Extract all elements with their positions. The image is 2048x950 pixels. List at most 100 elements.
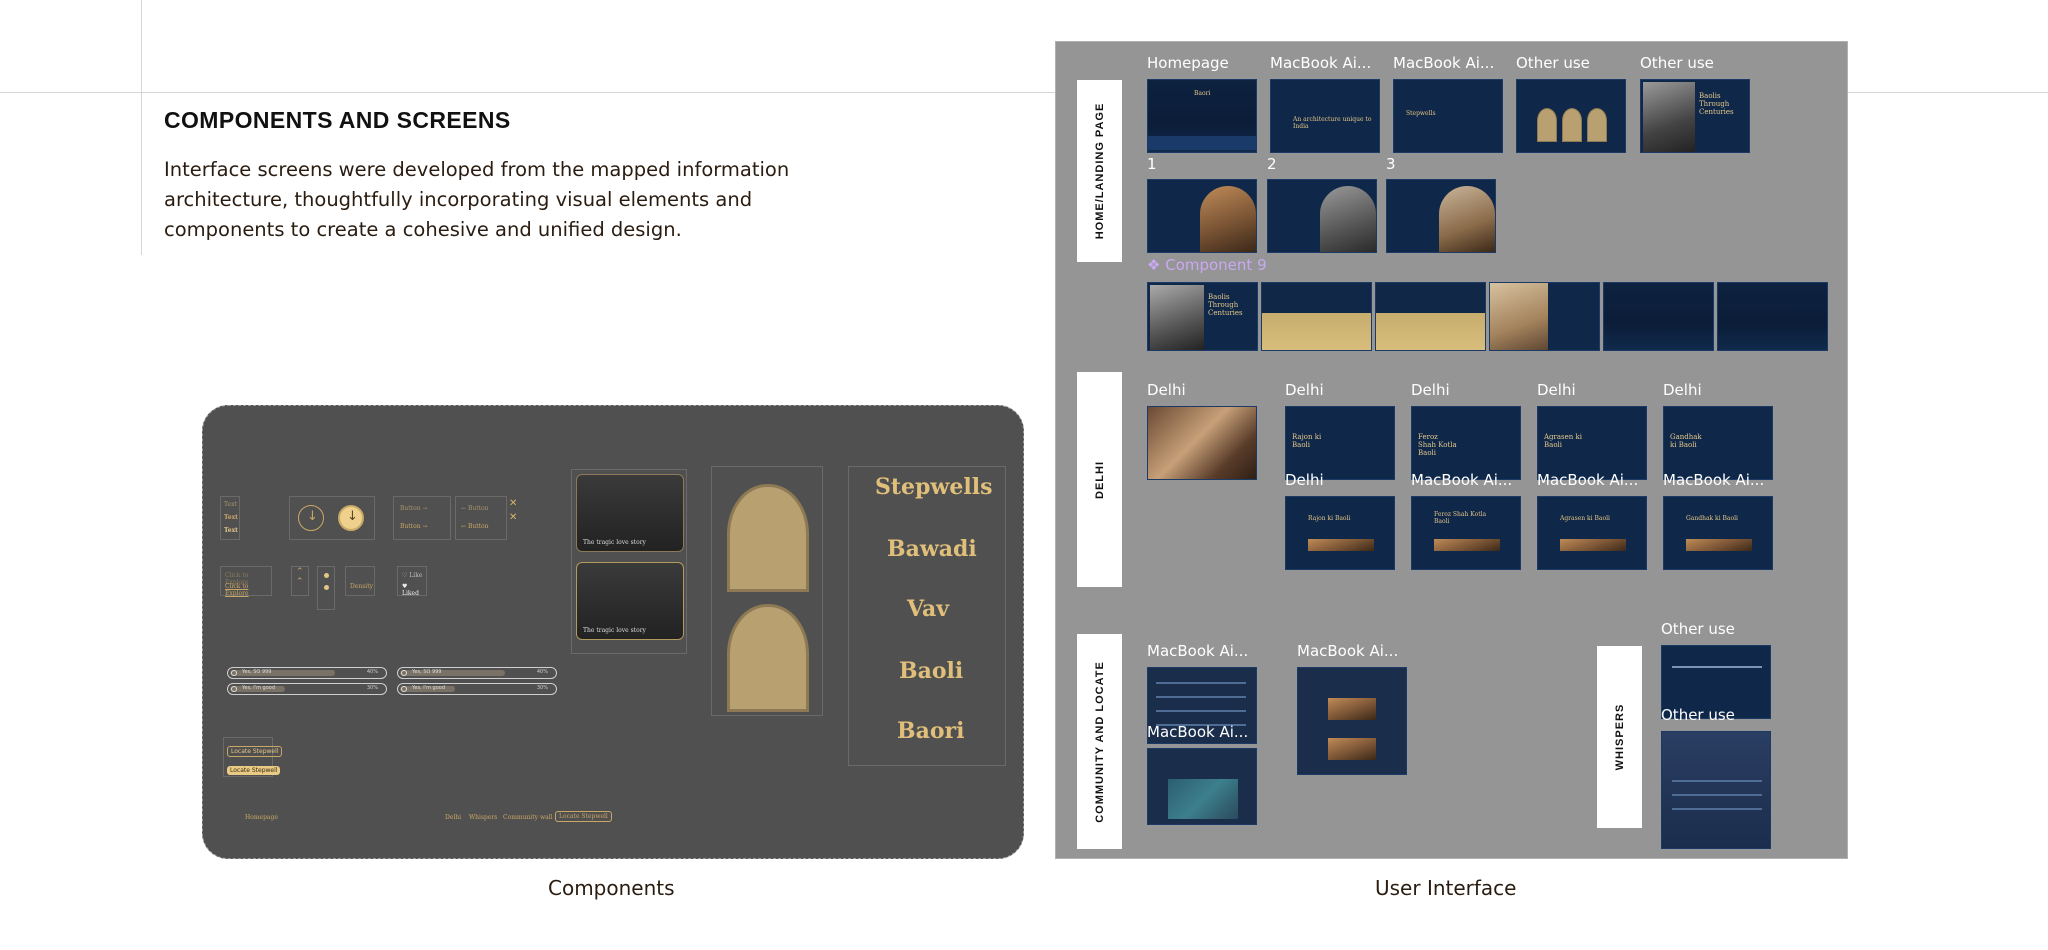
arrow-left-icon: ← (461, 523, 467, 530)
arch-icon (1587, 108, 1607, 142)
frame-label: Other use (1661, 706, 1735, 724)
story-card-hover[interactable]: The tragic love story (576, 562, 684, 640)
close-icon[interactable]: ✕ (509, 512, 517, 523)
rajon-screen-thumbnail[interactable]: Rajon ki Baoli (1285, 406, 1395, 480)
rajon-detail-thumbnail[interactable]: Rajon ki Baoli (1285, 496, 1395, 570)
nav-locate-button[interactable]: Locate Stepwell (555, 811, 612, 822)
frame-label: Other use (1640, 54, 1714, 72)
story-screen-thumbnail[interactable] (1386, 179, 1496, 253)
story-card[interactable]: The tragic love story (576, 474, 684, 552)
text-style-regular: Text (224, 501, 237, 508)
whispers-detail-thumbnail[interactable] (1661, 731, 1771, 849)
vertical-divider (141, 0, 142, 255)
component-variant-thumbnail[interactable] (1603, 282, 1714, 351)
locate-map-thumbnail[interactable] (1147, 748, 1257, 825)
forward-button-group: Button → Button → (393, 496, 451, 540)
audio-option-slider[interactable]: Yes, I'm good 30% (227, 683, 387, 695)
explore-link-group: Click to Explore Click to Explore (220, 566, 272, 597)
button-next[interactable]: Button → (400, 505, 428, 512)
story-screen-thumbnail[interactable] (1267, 179, 1377, 253)
component-variant-thumbnail[interactable] (1717, 282, 1828, 351)
locate-stepwell-outline-button[interactable]: Locate Stepwell (227, 746, 283, 757)
arrow-down-icon: ↓ (307, 509, 318, 524)
component-label: ❖ Component 9 (1147, 256, 1267, 274)
liked-button[interactable]: ♥ Liked (402, 583, 426, 597)
audio-option-slider[interactable]: Yes, SO 999 40% (227, 667, 387, 679)
ferozshah-screen-thumbnail[interactable]: Feroz Shah Kotla Baoli (1411, 406, 1521, 480)
chevron-up-icon[interactable]: ⌃ (296, 577, 304, 587)
arrow-down-icon: ↓ (347, 509, 358, 524)
community-feed-thumbnail[interactable] (1297, 667, 1407, 775)
agrasen-screen-thumbnail[interactable]: Agrasen ki Baoli (1537, 406, 1647, 480)
user-interface-panel: HOME/LANDING PAGE DELHI COMMUNITY AND LO… (1055, 41, 1848, 859)
arch-icon (1537, 108, 1557, 142)
delhi-photo-thumbnail[interactable] (1147, 406, 1257, 480)
frame-label: Other use (1516, 54, 1590, 72)
radio-icon (401, 686, 407, 692)
back-button-group: ← Button ← Button (455, 496, 507, 540)
word-bawadi: Bawadi (887, 536, 977, 562)
pagination-dot[interactable] (324, 585, 329, 590)
component-variant-thumbnail[interactable] (1375, 282, 1486, 351)
radio-icon (401, 670, 407, 676)
homepage-screen-thumbnail[interactable]: Baori (1147, 79, 1257, 153)
radio-icon (231, 670, 237, 676)
frame-label: Other use (1661, 620, 1735, 638)
section-label-delhi: DELHI (1077, 372, 1122, 587)
pagination-dot[interactable] (324, 573, 329, 578)
audio-option-slider[interactable]: Yes, I'm good 30% (397, 683, 557, 695)
chevron-group: ⌃ ⌃ (291, 566, 309, 596)
arrow-right-icon: → (422, 523, 428, 530)
stepwells-screen-thumbnail[interactable]: Stepwells (1393, 79, 1503, 153)
radio-icon (231, 686, 237, 692)
arrow-left-icon: ← (461, 505, 467, 512)
centuries-screen-thumbnail[interactable]: Baolis Through Centuries (1640, 79, 1750, 153)
scroll-down-filled-button[interactable]: ↓ (338, 505, 364, 531)
close-icon[interactable]: ✕ (509, 498, 517, 509)
frame-number: 3 (1386, 155, 1396, 173)
frame-label: MacBook Ai... (1663, 471, 1765, 489)
component-variant-thumbnail[interactable] (1489, 282, 1600, 351)
button-back-active[interactable]: ← Button (461, 523, 489, 530)
frame-label: MacBook Ai... (1270, 54, 1372, 72)
word-baori: Baori (897, 718, 965, 744)
story-screen-thumbnail[interactable] (1147, 179, 1257, 253)
gandhak-screen-thumbnail[interactable]: Gandhak ki Baoli (1663, 406, 1773, 480)
arrow-right-icon: → (422, 505, 428, 512)
frame-label: Delhi (1537, 381, 1576, 399)
gandhak-detail-thumbnail[interactable]: Gandhak ki Baoli (1663, 496, 1773, 570)
component-variant-thumbnail[interactable] (1261, 282, 1372, 351)
frame-label: MacBook Ai... (1411, 471, 1513, 489)
nav-whispers-link[interactable]: Whispers (469, 814, 497, 821)
explore-link-hover[interactable]: Click to Explore (225, 583, 271, 597)
arch-frame (727, 484, 809, 592)
frame-label: Delhi (1285, 471, 1324, 489)
word-stepwells: Stepwells (875, 474, 993, 500)
like-button[interactable]: ♡ Like (402, 572, 422, 579)
user-interface-caption: User Interface (1375, 876, 1517, 900)
agrasen-detail-thumbnail[interactable]: Agrasen ki Baoli (1537, 496, 1647, 570)
button-back[interactable]: ← Button (461, 505, 489, 512)
types-screen-thumbnail[interactable] (1516, 79, 1626, 153)
filter-chip-density[interactable]: Density (350, 583, 373, 590)
word-vav: Vav (907, 596, 950, 622)
chevron-up-icon[interactable]: ⌃ (296, 567, 304, 577)
scroll-down-outline-button[interactable]: ↓ (298, 505, 324, 531)
nav-delhi-link[interactable]: Delhi (445, 814, 461, 821)
button-next-active[interactable]: Button → (400, 523, 428, 530)
component-variant-thumbnail[interactable]: Baolis Through Centuries (1147, 282, 1258, 351)
frame-label: MacBook Ai... (1147, 642, 1249, 660)
audio-option-slider[interactable]: Yes, SO 999 40% (397, 667, 557, 679)
locate-stepwell-filled-button[interactable]: Locate Stepwell (227, 766, 281, 775)
landing-screen-thumbnail[interactable]: An architecture unique to India (1270, 79, 1380, 153)
components-caption: Components (548, 876, 675, 900)
frame-number: 1 (1147, 155, 1157, 173)
section-description: Interface screens were developed from th… (164, 158, 790, 241)
like-group: ♡ Like ♥ Liked (397, 566, 427, 597)
nav-community-link[interactable]: Community wall (503, 814, 553, 821)
scroll-button-group: ↓ ↓ (289, 496, 375, 540)
ferozshah-detail-thumbnail[interactable]: Feroz Shah Kotla Baoli (1411, 496, 1521, 570)
heart-outline-icon: ♡ (402, 572, 408, 579)
nav-homepage-link[interactable]: Homepage (245, 814, 278, 821)
section-title: COMPONENTS AND SCREENS (164, 107, 511, 133)
